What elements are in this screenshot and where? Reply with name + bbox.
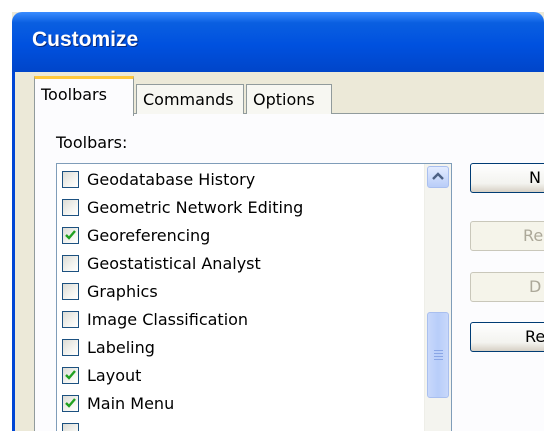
list-item[interactable]: Layout — [57, 362, 425, 390]
customize-dialog: Customize Toolbars Commands Options Tool… — [0, 0, 544, 431]
checkbox-checked[interactable] — [62, 395, 79, 412]
scroll-up-button[interactable] — [427, 166, 449, 188]
list-item-label: Graphics — [87, 282, 158, 301]
rename-button-label: Ren — [523, 226, 544, 245]
checkbox[interactable] — [62, 171, 79, 188]
grip-line — [434, 353, 443, 354]
checkbox-checked[interactable] — [62, 227, 79, 244]
window-title: Customize — [32, 28, 139, 51]
delete-button[interactable]: D — [470, 272, 544, 302]
list-item[interactable]: Georeferencing — [57, 222, 425, 250]
new-button[interactable]: N — [470, 163, 544, 193]
check-mark-icon — [65, 398, 76, 408]
reset-button[interactable]: Re — [470, 322, 544, 352]
check-mark-icon — [65, 230, 76, 240]
list-item-label: Image Classification — [87, 310, 249, 329]
checkbox-checked[interactable] — [62, 367, 79, 384]
reset-button-label: Re — [525, 327, 544, 346]
delete-button-label: D — [529, 277, 542, 296]
list-item-label: Layout — [87, 366, 142, 385]
checkbox[interactable] — [62, 199, 79, 216]
list-item[interactable]: Main Menu — [57, 390, 425, 418]
checkbox[interactable] — [62, 423, 79, 431]
rename-button[interactable]: Ren — [470, 221, 544, 251]
list-item[interactable] — [57, 418, 425, 431]
check-mark-icon — [65, 370, 76, 380]
list-item[interactable]: Geodatabase History — [57, 166, 425, 194]
list-item[interactable]: Graphics — [57, 278, 425, 306]
desktop-background-left — [0, 0, 12, 431]
grip-line — [434, 359, 443, 360]
list-item-label: Main Menu — [87, 394, 175, 413]
title-bar[interactable]: Customize — [12, 12, 544, 72]
toolbars-section-label: Toolbars: — [56, 133, 128, 152]
list-item-label: Geostatistical Analyst — [87, 254, 261, 273]
checkbox[interactable] — [62, 339, 79, 356]
list-scrollbar[interactable] — [424, 164, 451, 431]
desktop-background-top — [0, 0, 544, 12]
list-item[interactable]: Geometric Network Editing — [57, 194, 425, 222]
list-item[interactable]: Geostatistical Analyst — [57, 250, 425, 278]
list-item[interactable]: Labeling — [57, 334, 425, 362]
scroll-thumb[interactable] — [427, 312, 449, 398]
tab-commands[interactable]: Commands — [136, 84, 244, 114]
list-item-label: Geometric Network Editing — [87, 198, 304, 217]
tab-toolbars-label: Toolbars — [41, 85, 107, 104]
tab-commands-label: Commands — [143, 90, 234, 109]
list-item-label: Geodatabase History — [87, 170, 256, 189]
grip-line — [434, 350, 443, 351]
checkbox[interactable] — [62, 311, 79, 328]
checkbox[interactable] — [62, 283, 79, 300]
chevron-up-icon — [432, 172, 444, 180]
new-button-label: N — [529, 168, 541, 187]
list-item[interactable]: Image Classification — [57, 306, 425, 334]
toolbars-list[interactable]: Geodatabase History Geometric Network Ed… — [56, 163, 452, 431]
tab-options[interactable]: Options — [246, 84, 332, 114]
grip-line — [434, 356, 443, 357]
tab-toolbars[interactable]: Toolbars — [34, 76, 134, 116]
list-item-label: Georeferencing — [87, 226, 211, 245]
checkbox[interactable] — [62, 255, 79, 272]
tab-options-label: Options — [253, 90, 315, 109]
list-item-label: Labeling — [87, 338, 155, 357]
